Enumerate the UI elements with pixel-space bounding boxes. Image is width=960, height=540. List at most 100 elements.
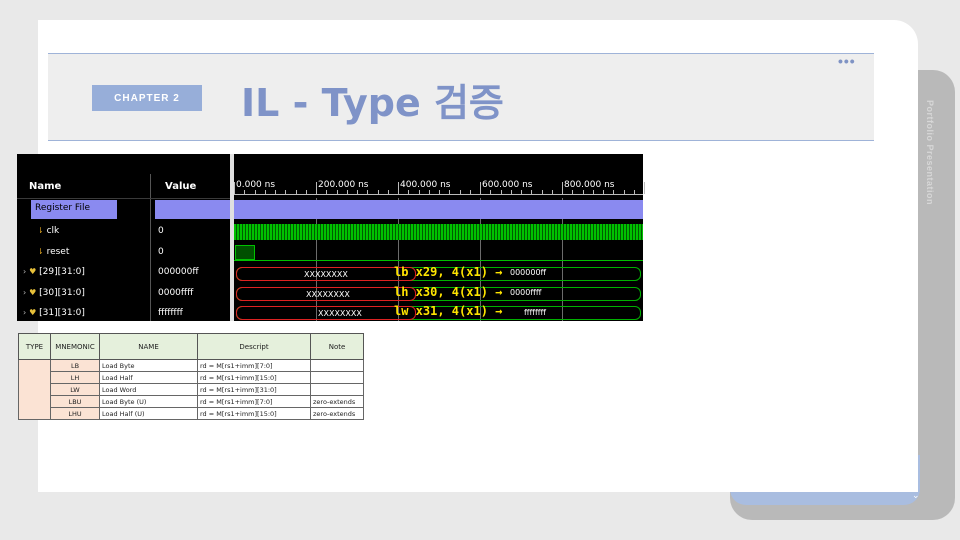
bus-icon: ♥: [29, 267, 37, 276]
time-tick: 800.000 ns: [564, 180, 615, 190]
ruler-tick: [449, 190, 451, 194]
ruler-tick: [234, 182, 235, 194]
expand-icon[interactable]: ›: [23, 308, 26, 317]
name-cell: Load Word: [99, 383, 198, 396]
instruction-annotation: lw x31, 4(x1) →: [394, 304, 503, 318]
name-cell: Load Half (U): [99, 407, 198, 420]
bus-icon: ♥: [29, 288, 37, 297]
signal-label: [30][31:0]: [39, 288, 85, 298]
note-cell: zero-extends: [310, 395, 364, 408]
column-divider[interactable]: [150, 174, 151, 321]
value-column-header[interactable]: Value: [165, 181, 196, 192]
signal-icon: ⇂: [37, 226, 44, 235]
signal-label: clk: [46, 226, 60, 236]
note-cell: [310, 383, 364, 396]
column-header: MNEMONIC: [50, 333, 100, 360]
signal-label: [29][31:0]: [39, 267, 85, 277]
signal-register-file[interactable]: Register File: [31, 200, 117, 219]
ruler-tick: [428, 190, 430, 194]
ruler-tick: [480, 182, 481, 194]
mnemonic-cell: LHU: [50, 407, 100, 420]
table-row: LW Load Word rd = M[rs1+imm][31:0]: [19, 383, 364, 396]
ruler-tick: [377, 190, 379, 194]
ruler-tick: [582, 190, 584, 194]
table-header-row: TYPE MNEMONIC NAME Descript Note: [18, 333, 364, 360]
bus-value: ffffffff: [524, 308, 547, 317]
ruler-tick: [531, 190, 533, 194]
ruler-tick: [346, 190, 348, 194]
name-cell: Load Half: [99, 371, 198, 384]
reset-trace: [234, 260, 643, 261]
time-tick: 600.000 ns: [482, 180, 533, 190]
ruler-tick: [541, 190, 543, 194]
note-cell: [310, 371, 364, 384]
chapter-badge: CHAPTER 2: [92, 85, 202, 111]
signal-reg30[interactable]: › ♥ [30][31:0]: [23, 288, 85, 298]
ruler-tick: [623, 190, 625, 194]
descript-cell: rd = M[rs1+imm][15:0]: [197, 371, 311, 384]
time-ruler: [234, 194, 643, 195]
ruler-tick: [387, 190, 389, 194]
waveform-viewer: Name Value Register File ⇂ clk 0 ⇂ reset…: [17, 154, 645, 321]
name-cell: Load Byte: [99, 359, 198, 372]
ruler-tick: [367, 190, 369, 194]
signal-register-file-value: [155, 200, 230, 219]
descript-cell: rd = M[rs1+imm][7:0]: [197, 395, 311, 408]
ruler-tick: [285, 190, 287, 194]
column-header: Descript: [197, 333, 311, 360]
signal-names-panel: Name Value Register File ⇂ clk 0 ⇂ reset…: [17, 154, 230, 321]
ruler-tick: [264, 190, 266, 194]
ruler-tick: [644, 182, 645, 194]
signal-value: 0: [158, 247, 164, 257]
name-column-header[interactable]: Name: [29, 181, 61, 192]
bus-value: 0000ffff: [510, 288, 542, 297]
signal-reg31[interactable]: › ♥ [31][31:0]: [23, 308, 85, 318]
ruler-tick: [521, 190, 522, 194]
mnemonic-cell: LBU: [50, 395, 100, 408]
ruler-tick: [500, 190, 502, 194]
ruler-tick: [613, 190, 615, 194]
column-header: NAME: [99, 333, 198, 360]
page-title: IL - Type 검증: [241, 81, 504, 125]
bus-unknown-value: XXXXXXXX: [306, 290, 350, 299]
ruler-tick: [562, 182, 563, 194]
signal-icon: ⇂: [37, 247, 44, 256]
time-tick: 400.000 ns: [400, 180, 451, 190]
type-cell: [18, 359, 51, 420]
ruler-tick: [408, 190, 410, 194]
instruction-annotation: lb x29, 4(x1) →: [394, 265, 503, 279]
expand-icon[interactable]: ›: [23, 267, 26, 276]
time-tick: 0.000 ns: [236, 180, 276, 190]
ruler-tick: [459, 190, 461, 194]
signal-value: 000000ff: [158, 267, 199, 277]
ruler-tick: [316, 182, 317, 194]
ruler-tick: [357, 190, 358, 194]
ruler-tick: [275, 190, 276, 194]
side-caption: Portfolio Presentation: [925, 100, 935, 206]
ruler-tick: [336, 190, 338, 194]
ruler-tick: [295, 190, 297, 194]
expand-icon[interactable]: ›: [23, 288, 26, 297]
ruler-tick: [592, 190, 594, 194]
waveform-plot[interactable]: 0.000 ns 200.000 ns 400.000 ns 600.000 n…: [234, 154, 645, 321]
signal-reg29[interactable]: › ♥ [29][31:0]: [23, 267, 85, 277]
bus-unknown-value: XXXXXXXX: [304, 270, 348, 279]
descript-cell: rd = M[rs1+imm][7:0]: [197, 359, 311, 372]
signal-value: ffffffff: [158, 308, 183, 318]
more-icon[interactable]: •••: [838, 53, 856, 69]
signal-value: 0000ffff: [158, 288, 194, 298]
bus-value: 000000ff: [510, 268, 547, 277]
time-tick: 200.000 ns: [318, 180, 369, 190]
signal-reset[interactable]: ⇂ reset: [37, 247, 69, 257]
signal-clk[interactable]: ⇂ clk: [37, 226, 59, 236]
ruler-tick: [326, 190, 328, 194]
ruler-tick: [469, 190, 471, 194]
ruler-tick: [305, 190, 307, 194]
signal-value: 0: [158, 226, 164, 236]
instruction-annotation: lh x30, 4(x1) →: [394, 285, 503, 299]
ruler-tick: [633, 190, 635, 194]
ruler-tick: [490, 190, 492, 194]
reset-pulse: [235, 245, 255, 260]
name-cell: Load Byte (U): [99, 395, 198, 408]
note-cell: [310, 359, 364, 372]
